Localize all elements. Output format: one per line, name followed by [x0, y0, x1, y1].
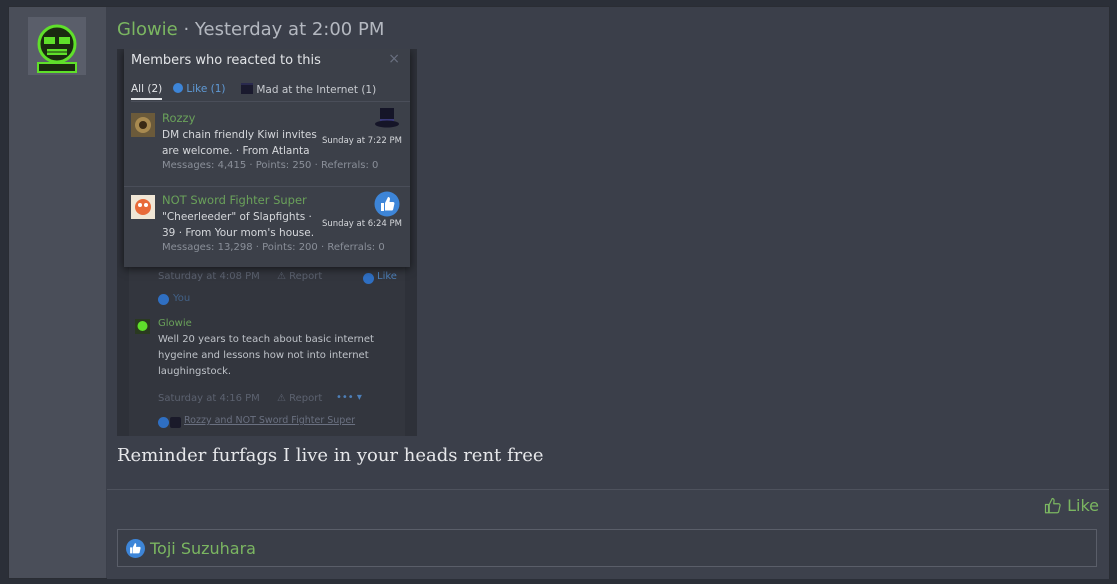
- reactor-description: DM chain friendly Kiwi invites are welco…: [162, 129, 317, 157]
- top-hat-icon: [375, 108, 399, 128]
- close-icon: ×: [388, 51, 400, 67]
- bg-report-2: ⚠ Report: [277, 393, 323, 404]
- reactor-link[interactable]: Toji Suzuhara: [150, 539, 256, 558]
- reactor-name: Rozzy: [162, 111, 196, 125]
- reactor-avatar: [131, 195, 155, 219]
- bg-timestamp-1: Saturday at 4:08 PM: [158, 271, 260, 282]
- thumbs-up-outline-icon: [1044, 497, 1061, 513]
- post-content: Glowie · Yesterday at 2:00 PM Saturday a…: [107, 7, 1109, 489]
- reactor-row: NOT Sword Fighter Super "Cheerleeder" of…: [124, 189, 410, 269]
- post-timestamp[interactable]: · Yesterday at 2:00 PM: [178, 19, 384, 40]
- user-column: [9, 7, 106, 578]
- post-author[interactable]: Glowie: [117, 19, 178, 40]
- reactor-divider: [124, 186, 410, 187]
- reactions-modal: Members who reacted to this × All (2) Li…: [124, 49, 410, 267]
- bg-you-like-icon: [158, 294, 169, 305]
- bg-summary-like-icon: [158, 417, 169, 428]
- reactor-avatar: [131, 113, 155, 137]
- bg-summary-hat-icon: [170, 417, 181, 428]
- modal-tabs: All (2) Like (1) Mad at the Internet (1): [131, 83, 410, 102]
- tab-like: Like (1): [173, 83, 226, 95]
- reactor-name: NOT Sword Fighter Super: [162, 193, 307, 207]
- tab-all: All (2): [131, 83, 163, 100]
- bg-timestamp-2: Saturday at 4:16 PM: [158, 393, 260, 404]
- embedded-screenshot[interactable]: Saturday at 4:08 PM ⚠ Report Like You Gl…: [117, 49, 417, 436]
- reactor-date: Sunday at 6:24 PM: [322, 219, 402, 229]
- reactor-date: Sunday at 7:22 PM: [322, 136, 402, 146]
- reactor-stats: Messages: 13,298 · Points: 200 · Referra…: [162, 242, 385, 253]
- post: Glowie · Yesterday at 2:00 PM Saturday a…: [8, 6, 1110, 579]
- top-hat-icon: [241, 83, 253, 94]
- bg-like-icon: [363, 273, 374, 284]
- thumbs-up-glyph: [130, 542, 141, 553]
- avatar[interactable]: [28, 17, 86, 75]
- bg-comment-text: Well 20 years to teach about basic inter…: [158, 334, 374, 377]
- tab-mad: Mad at the Internet (1): [241, 83, 376, 96]
- bg-report-1: ⚠ Report: [277, 271, 323, 282]
- bg-commenter: Glowie: [158, 318, 192, 329]
- bg-you: You: [173, 293, 191, 304]
- reactor-description: "Cheerleeder" of Slapfights · 39 · From …: [162, 211, 315, 239]
- bg-reactions-summary: Rozzy and NOT Sword Fighter Super: [184, 415, 356, 426]
- avatar-image: [28, 17, 86, 75]
- bg-commenter-avatar: [135, 319, 150, 334]
- post-header: Glowie · Yesterday at 2:00 PM: [117, 19, 384, 40]
- modal-title: Members who reacted to this: [131, 53, 321, 68]
- reactor-row: Rozzy DM chain friendly Kiwi invites are…: [124, 107, 410, 187]
- bg-like-1: Like: [377, 271, 397, 282]
- thumbs-up-icon: [374, 191, 400, 217]
- reactor-stats: Messages: 4,415 · Points: 250 · Referral…: [162, 160, 379, 171]
- thumbs-up-icon: [126, 538, 145, 558]
- post-footer: Like Toji Suzuhara: [107, 489, 1109, 579]
- like-button[interactable]: Like: [1044, 496, 1099, 515]
- like-label: Like: [1067, 496, 1099, 515]
- thumbs-up-icon: [173, 83, 183, 93]
- reactions-bar[interactable]: Toji Suzuhara: [117, 529, 1097, 567]
- post-message: Reminder furfags I live in your heads re…: [117, 445, 544, 466]
- bg-more-icon: ••• ▾: [336, 392, 362, 403]
